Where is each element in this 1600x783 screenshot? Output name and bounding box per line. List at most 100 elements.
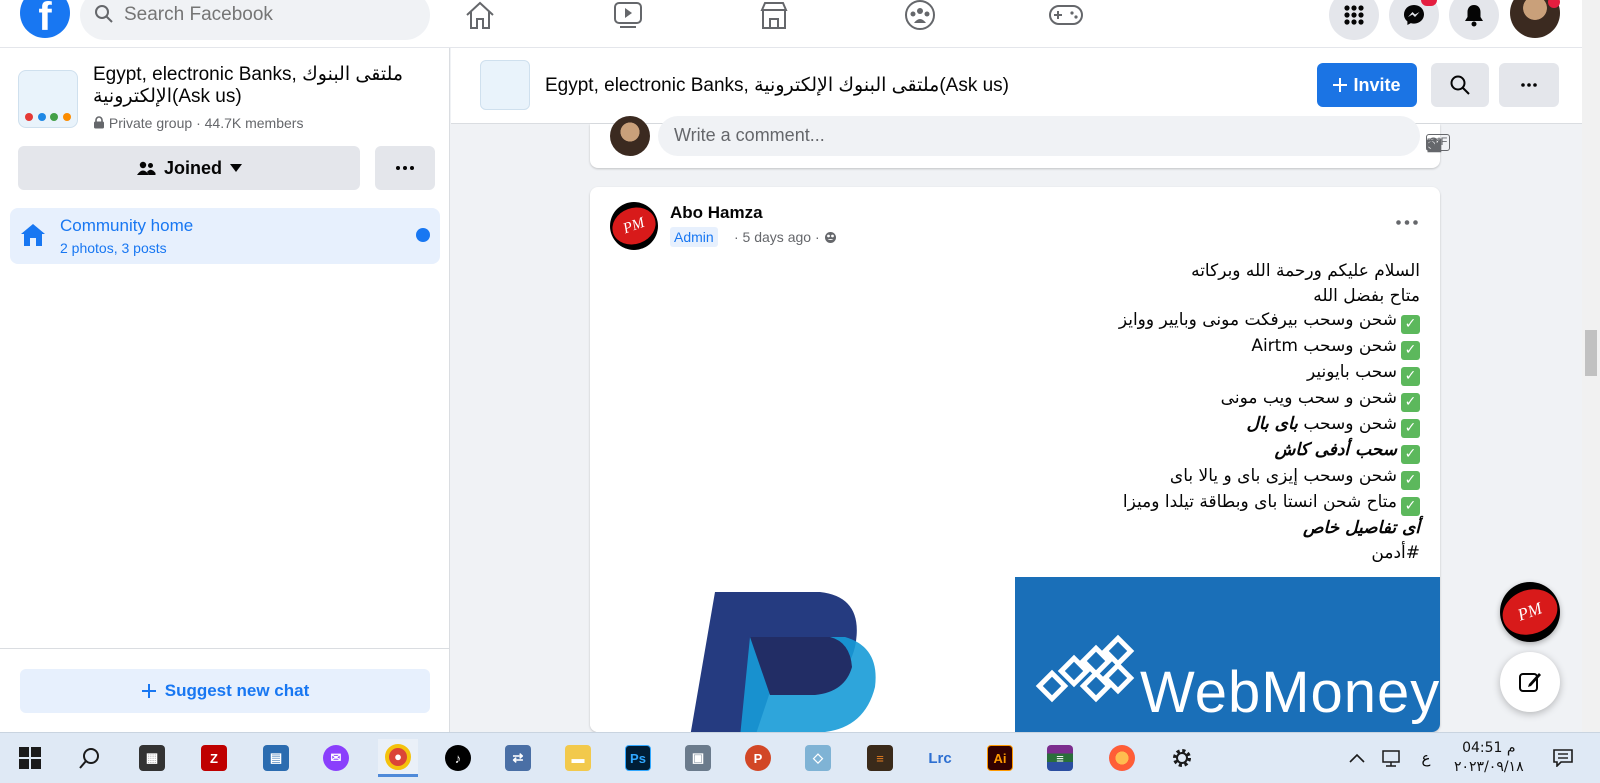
notification-center-button[interactable] [1548,739,1578,777]
paypal-logo-image[interactable] [590,577,1015,732]
photoshop-app[interactable]: Ps [618,739,658,777]
post-time[interactable]: · 5 days ago · [734,229,837,245]
page-switch-avatar[interactable]: PM [1496,581,1564,643]
messenger-app[interactable]: ✉ [316,739,356,777]
header-more-button[interactable] [1499,63,1559,107]
globe-icon [824,232,836,243]
calculator-app[interactable]: ▦ [132,739,172,777]
network-app[interactable]: ⇄ [498,739,538,777]
post-time-label: · 5 days ago · [734,229,820,245]
notification-icon [1553,749,1573,767]
member-count[interactable]: 44.7K members [205,115,304,131]
settings-app[interactable] [1162,739,1202,777]
comment-input[interactable]: Write a comment... ☺ ☺ ◙ GIF ◪ [658,116,1451,156]
checkmark-icon: ✓ [1401,341,1420,360]
watch-nav-icon[interactable] [608,0,648,32]
post-more-button[interactable] [1396,205,1418,231]
generic-app[interactable]: ▣ [678,739,718,777]
post-line: شحن و سحب ويب مونى [1220,388,1397,408]
group-search-button[interactable] [1431,63,1489,107]
checkmark-icon: ✓ [1401,393,1420,412]
post-line: متاح بفضل الله [1313,285,1420,306]
author-avatar[interactable]: PM [607,201,661,251]
notes-app[interactable]: ◇ [798,739,838,777]
start-button[interactable] [10,739,50,777]
suggest-new-chat-button[interactable]: Suggest new chat [20,669,430,713]
lightroom-app[interactable]: Lrc [920,739,960,777]
group-thumbnail[interactable] [18,70,78,128]
checkmark-icon: ✓ [1401,367,1420,386]
illustrator-app[interactable]: Ai [980,739,1020,777]
plus-icon [141,684,156,698]
menu-grid-button[interactable] [1329,0,1379,40]
winrar-app[interactable]: ≡ [860,739,900,777]
checkmark-icon: ✓ [1401,445,1420,464]
group-header-bar: Egypt, electronic Banks, ملتقى البنوك ال… [451,48,1582,124]
people-icon [136,161,156,175]
illustrator-icon: Ai [987,745,1013,771]
marketplace-nav-icon[interactable] [754,0,794,32]
compose-icon [1519,673,1541,692]
gaming-nav-icon[interactable] [1046,0,1086,32]
network-status[interactable] [1376,739,1406,777]
powerpoint-icon: P [745,745,771,771]
groups-nav-icon[interactable] [900,0,940,32]
search-box[interactable] [80,0,430,40]
chevron-up-icon [1349,753,1365,763]
firefox-icon [1109,745,1135,771]
filezilla-app[interactable]: Z [194,739,234,777]
network-icon [1382,750,1400,767]
file-explorer-app[interactable]: ▬ [558,739,598,777]
group-name[interactable]: Egypt, electronic Banks, ملتقى البنوك ال… [93,64,433,108]
post-line: شحن وسحب بيرفكت مونى وبايير ووايز [1118,310,1397,330]
facebook-logo[interactable]: f [20,0,70,39]
admin-badge[interactable]: Admin [670,227,718,247]
header-group-thumbnail[interactable] [480,60,530,110]
language-indicator[interactable]: ع [1414,739,1438,777]
search-input[interactable] [124,2,414,28]
invite-button[interactable]: Invite [1317,63,1417,107]
messenger-button[interactable] [1389,0,1439,40]
notifications-button[interactable] [1449,0,1499,40]
group-more-button[interactable] [375,146,435,190]
sticker-icon[interactable]: ◪ [1426,134,1443,155]
taskbar-search-button[interactable] [70,739,110,777]
messenger-icon: ✉ [323,745,349,771]
powerpoint-app[interactable]: P [738,739,778,777]
system-clock[interactable]: 04:51 م ٢٠٢٣/٠٩/١٨ [1454,739,1524,777]
header-group-title[interactable]: Egypt, electronic Banks, ملتقى البنوك ال… [545,74,1009,97]
checkmark-icon: ✓ [1401,315,1420,334]
window-app[interactable]: ▤ [256,739,296,777]
hashtag-link[interactable]: #أدمن [660,541,1420,566]
checkmark-icon: ✓ [1401,497,1420,516]
home-nav-icon[interactable] [460,0,500,32]
messenger-icon [1404,5,1424,25]
post-line: شحن وسحب [1303,414,1397,434]
lightroom-icon: Lrc [928,749,952,767]
community-home-title: Community home [60,216,194,235]
more-icon [1396,220,1418,225]
bell-icon [1465,5,1483,27]
tray-chevron[interactable] [1345,739,1369,777]
archive-app[interactable]: ≡ [1040,739,1080,777]
search-icon [1450,75,1470,95]
new-message-button[interactable] [1500,652,1560,712]
more-icon [1521,83,1537,87]
page-scrollbar[interactable] [1582,0,1600,732]
scrollbar-thumb[interactable] [1585,330,1597,376]
firefox-app[interactable] [1102,739,1142,777]
comment-composer: Write a comment... ☺ ☺ ◙ GIF ◪ [590,116,1451,168]
comment-placeholder: Write a comment... [674,125,825,145]
tiktok-icon: ♪ [445,745,471,771]
tiktok-app[interactable]: ♪ [438,739,478,777]
community-home-item[interactable]: Community home 2 photos, 3 posts [10,208,440,264]
grid-icon [1344,5,1364,25]
joined-button[interactable]: Joined [18,146,360,190]
post-author[interactable]: Abo Hamza [670,203,763,223]
commenter-avatar[interactable] [610,116,650,156]
chrome-app[interactable]: ● [378,739,418,777]
joined-label: Joined [163,157,222,178]
webmoney-logo-image[interactable]: WebMoney [1015,577,1440,732]
group-sidebar: Egypt, electronic Banks, ملتقى البنوك ال… [0,48,450,732]
community-home-subtitle: 2 photos, 3 posts [60,240,167,256]
